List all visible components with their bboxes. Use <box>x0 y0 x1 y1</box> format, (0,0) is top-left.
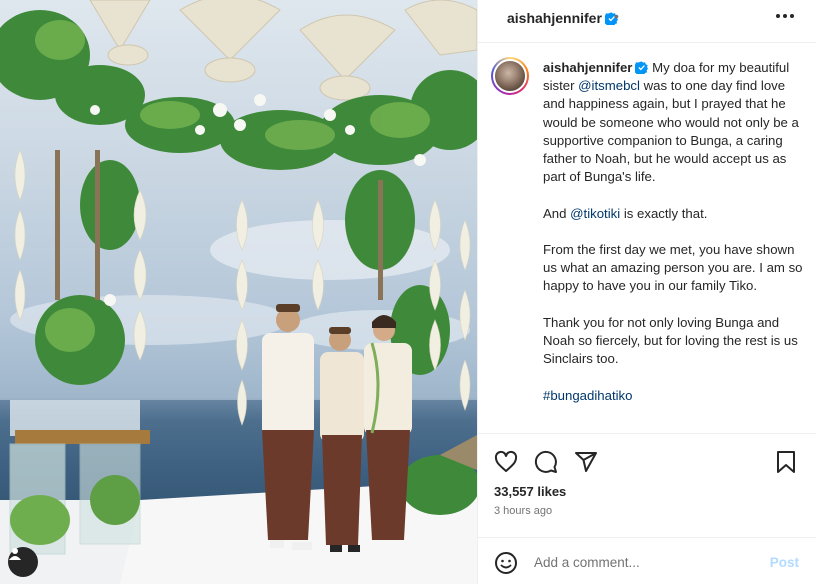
comment-icon <box>534 450 557 473</box>
post-header: aishahjennifer • <box>478 0 816 43</box>
heart-icon <box>494 450 518 472</box>
caption-author[interactable]: aishahjennifer <box>543 60 649 75</box>
like-button[interactable] <box>494 450 518 479</box>
post-photo <box>0 0 477 584</box>
caption-segment-4: is exactly that. From the first day we m… <box>543 205 803 367</box>
comment-button[interactable] <box>534 450 558 479</box>
comment-bar: Post <box>478 537 816 584</box>
verified-badge-icon <box>635 61 649 74</box>
mention-link[interactable]: @tikotiki <box>570 206 620 221</box>
caption-text: aishahjennifer My doa for my beautiful s… <box>543 59 805 405</box>
share-icon <box>575 452 597 472</box>
post-sidebar: aishahjennifer • aishahjennifer My doa f… <box>477 0 816 584</box>
bookmark-icon <box>777 451 795 473</box>
post-timestamp[interactable]: 3 hours ago <box>494 505 552 517</box>
share-button[interactable] <box>574 450 598 479</box>
user-icon <box>9 548 21 560</box>
caption-segment-2: was to one day find love and happiness a… <box>543 78 799 221</box>
header-separator: • <box>614 8 619 24</box>
likes-count[interactable]: 33,557 likes <box>494 484 566 499</box>
caption-author-text[interactable]: aishahjennifer <box>543 60 632 75</box>
post-comment-button[interactable]: Post <box>770 555 799 570</box>
header-username[interactable]: aishahjennifer <box>507 9 618 27</box>
hashtag-link[interactable]: #bungadihatiko <box>543 388 632 403</box>
caption-area: aishahjennifer My doa for my beautiful s… <box>478 44 816 433</box>
author-avatar[interactable] <box>491 57 529 95</box>
author-avatar-image <box>493 59 527 93</box>
mention-link[interactable]: @itsmebcl <box>578 78 640 93</box>
post-actions: 33,557 likes 3 hours ago <box>478 433 816 533</box>
emoji-icon <box>495 552 517 574</box>
header-username-text[interactable]: aishahjennifer <box>507 10 602 26</box>
comment-input[interactable] <box>534 551 754 573</box>
more-options-button[interactable] <box>775 5 795 26</box>
tagged-user-button[interactable] <box>8 547 38 577</box>
more-horizontal-icon <box>776 14 794 19</box>
save-button[interactable] <box>775 450 797 479</box>
emoji-button[interactable] <box>494 551 518 580</box>
wedding-photo-illustration <box>0 0 477 584</box>
